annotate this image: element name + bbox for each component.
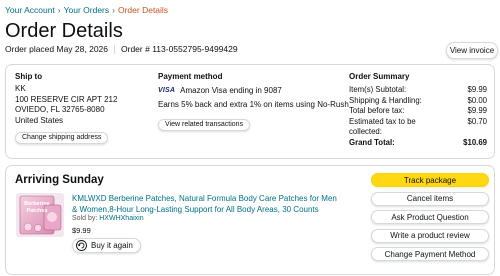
payment-method-section: Payment method VISA Amazon Visa ending i… <box>158 72 349 131</box>
breadcrumb: Your Account › Your Orders › Order Details <box>5 5 168 15</box>
summary-row-grand-total: Grand Total: $10.69 <box>349 138 487 149</box>
shipment-actions: Track package Cancel items Ask Product Q… <box>371 173 489 266</box>
product-image-label-2: Patches <box>26 208 47 214</box>
summary-label: Total before tax: <box>349 106 405 115</box>
page-title: Order Details <box>5 20 123 42</box>
breadcrumb-separator: › <box>112 5 115 15</box>
summary-value: $9.99 <box>467 85 487 94</box>
view-invoice-button[interactable]: View invoice <box>446 42 498 59</box>
order-number: Order # 113-0552795-9499429 <box>121 44 238 54</box>
breadcrumb-order-details: Order Details <box>117 5 169 15</box>
buy-again-label: Buy it again <box>91 241 133 250</box>
product-image-graphic: Berberine Patches <box>16 193 64 237</box>
ask-product-question-button[interactable]: Ask Product Question <box>371 210 489 224</box>
summary-value: $9.99 <box>467 106 487 115</box>
ship-to-address-line1: 100 RESERVE CIR APT 212 <box>15 94 118 104</box>
product-title-link[interactable]: KMLWXD Berberine Patches, Natural Formul… <box>72 193 340 215</box>
summary-row-shipping: Shipping & Handling: $0.00 <box>349 96 487 107</box>
ship-to-address-line2: OVIEDO, FL 32765-8080 <box>15 105 105 114</box>
summary-row-tax: Estimated tax to be collected: $0.70 <box>349 117 487 138</box>
shipment-card: Arriving Sunday Berberine Patches KMLWXD… <box>5 165 495 275</box>
change-shipping-address-button[interactable]: Change shipping address <box>15 131 109 144</box>
write-product-review-button[interactable]: Write a product review <box>371 228 489 243</box>
payment-card-row: VISA Amazon Visa ending in 9087 <box>158 86 338 95</box>
payment-method-title: Payment method <box>158 72 223 81</box>
sold-by: Sold by: HXWHXhaixin <box>72 215 144 222</box>
ship-to-title: Ship to <box>15 72 43 81</box>
cancel-items-button[interactable]: Cancel items <box>371 191 489 206</box>
ship-to-name: KK <box>15 84 26 93</box>
order-placed-date: Order placed May 28, 2026 <box>5 44 109 54</box>
view-related-transactions-button[interactable]: View related transactions <box>158 118 251 131</box>
summary-row-before-tax: Total before tax: $9.99 <box>349 106 487 117</box>
sold-by-label: Sold by: <box>72 215 98 222</box>
track-package-button[interactable]: Track package <box>371 173 489 187</box>
seller-link[interactable]: HXWHXhaixin <box>99 215 143 222</box>
payment-earns-text: Earns 5% back and extra 1% on items usin… <box>158 100 349 109</box>
product-price: $9.99 <box>72 226 91 235</box>
order-summary-card: Ship to KK 100 RESERVE CIR APT 212 OVIED… <box>5 64 495 159</box>
ship-to-country: United States <box>15 115 64 125</box>
summary-value: $0.70 <box>467 116 487 126</box>
summary-row-subtotal: Item(s) Subtotal: $9.99 <box>349 85 487 96</box>
grand-total-label: Grand Total: <box>349 137 395 147</box>
buy-it-again-button[interactable]: Buy it again <box>72 238 141 253</box>
change-payment-method-button[interactable]: Change Payment Method <box>371 247 489 261</box>
summary-label: Item(s) Subtotal: <box>349 85 407 94</box>
payment-card-text: Amazon Visa ending in 9087 <box>180 86 282 95</box>
order-summary-section: Order Summary Item(s) Subtotal: $9.99 Sh… <box>349 72 487 148</box>
product-image[interactable]: Berberine Patches <box>16 193 64 237</box>
ship-to-section: Ship to KK 100 RESERVE CIR APT 212 OVIED… <box>15 72 150 144</box>
grand-total-value: $10.69 <box>463 137 487 147</box>
breadcrumb-separator: › <box>57 5 61 15</box>
visa-logo-icon: VISA <box>158 87 176 94</box>
summary-value: $0.00 <box>467 95 487 105</box>
order-meta: Order placed May 28, 2026 Order # 113-055… <box>5 44 238 55</box>
buy-again-icon <box>76 240 87 251</box>
meta-divider <box>114 45 116 55</box>
arriving-status: Arriving Sunday <box>15 174 104 186</box>
product-image-label-1: Berberine <box>24 201 50 207</box>
breadcrumb-your-orders[interactable]: Your Orders <box>64 5 110 15</box>
summary-label: Shipping & Handling: <box>349 95 422 105</box>
summary-label: Estimated tax to be collected: <box>349 116 416 137</box>
order-summary-title: Order Summary <box>349 72 410 81</box>
breadcrumb-your-account[interactable]: Your Account <box>5 5 55 15</box>
